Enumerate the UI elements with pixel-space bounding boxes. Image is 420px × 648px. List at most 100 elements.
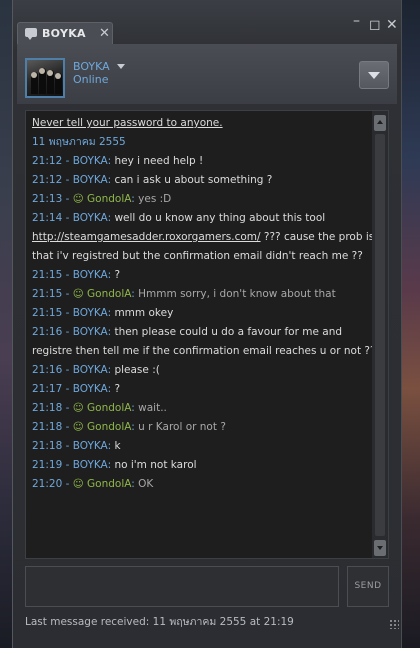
message-text: can i ask u about something ? [114, 174, 273, 186]
date-header: 11 พฤษภาคม 2555 [32, 136, 126, 148]
friend-menu-caret-icon[interactable] [117, 64, 125, 69]
message-time: 21:14 - [32, 212, 73, 224]
message-sender[interactable]: BOYKA [73, 307, 108, 319]
title-bar[interactable]: BOYKA ✕ – ◻ ✕ [13, 0, 401, 44]
message-text: ??? cause the prob is [260, 231, 375, 243]
chat-message: 21:13 - ☺ GondolA: yes :D [32, 190, 368, 209]
message-sender[interactable]: GondolA [87, 288, 131, 300]
message-text: then please could u do a favour for me a… [114, 326, 343, 338]
chat-message: 21:18 - ☺ GondolA: wait.. [32, 399, 368, 418]
message-sender[interactable]: BOYKA [73, 212, 108, 224]
security-warning: Never tell your password to anyone. [32, 117, 223, 129]
message-sender[interactable]: BOYKA [73, 155, 108, 167]
message-sender[interactable]: BOYKA [73, 364, 108, 376]
message-sender[interactable]: BOYKA [73, 440, 108, 452]
tab-close-icon[interactable]: ✕ [99, 26, 110, 41]
minimize-icon[interactable]: – [353, 14, 360, 28]
message-time: 21:18 - [32, 440, 73, 452]
message-time: 21:19 - [32, 459, 73, 471]
scroll-down-button[interactable] [374, 540, 386, 556]
message-sender[interactable]: GondolA [87, 402, 131, 414]
friend-header: BOYKA Online [17, 44, 397, 104]
chat-tab[interactable]: BOYKA ✕ [17, 22, 113, 44]
smiley-icon: ☺ [72, 193, 88, 205]
chat-message: 21:18 - ☺ GondolA: u r Karol or not ? [32, 418, 368, 437]
message-list: Never tell your password to anyone. 11 พ… [32, 114, 376, 494]
chat-message: registre then tell me if the confirmatio… [32, 342, 376, 361]
smiley-icon: ☺ [72, 402, 88, 414]
desktop-background-left [0, 0, 12, 648]
tab-title: BOYKA [42, 27, 86, 40]
chat-message: that i'v registred but the confirmation … [32, 247, 368, 266]
message-text: ? [114, 383, 121, 395]
message-text: no i'm not karol [114, 459, 197, 471]
message-time: 21:16 - [32, 326, 73, 338]
options-dropdown-button[interactable] [359, 61, 389, 89]
last-message-status: Last message received: 11 พฤษภาคม 2555 a… [25, 616, 294, 628]
message-sender[interactable]: BOYKA [73, 326, 108, 338]
chat-message: 21:18 - BOYKA: k [32, 437, 368, 456]
message-text: ? [114, 269, 121, 281]
chat-log[interactable]: Never tell your password to anyone. 11 พ… [25, 110, 389, 559]
message-input[interactable] [25, 566, 339, 607]
message-sender[interactable]: BOYKA [73, 269, 108, 281]
message-time: 21:12 - [32, 174, 73, 186]
message-time: 21:16 - [32, 364, 73, 376]
message-text: k [114, 440, 121, 452]
message-text: mmm okey [114, 307, 174, 319]
desktop-background-right [402, 0, 420, 648]
chat-message: 21:15 - BOYKA: ? [32, 266, 368, 285]
message-text: wait.. [138, 402, 167, 414]
message-sender[interactable]: GondolA [87, 421, 131, 433]
chat-message: 21:17 - BOYKA: ? [32, 380, 368, 399]
smiley-icon: ☺ [72, 288, 88, 300]
message-text: that i'v registred but the confirmation … [32, 250, 363, 262]
message-time: 21:15 - [32, 269, 73, 281]
message-link[interactable]: http://steamgamesadder.roxorgamers.com/ [32, 231, 261, 243]
message-time: 21:20 - [32, 478, 73, 490]
smiley-icon: ☺ [72, 421, 88, 433]
chat-message: 21:15 - BOYKA: mmm okey [32, 304, 368, 323]
chat-message: 21:20 - ☺ GondolA: OK [32, 475, 368, 494]
chat-message: 21:12 - BOYKA: hey i need help ! [32, 152, 368, 171]
message-sender[interactable]: GondolA [87, 193, 131, 205]
message-text: please :( [114, 364, 160, 376]
scroll-thumb[interactable] [375, 134, 385, 536]
message-time: 21:13 - [32, 193, 73, 205]
chat-message: 21:12 - BOYKA: can i ask u about somethi… [32, 171, 368, 190]
message-sender[interactable]: BOYKA [73, 459, 108, 471]
chat-message: 21:19 - BOYKA: no i'm not karol [32, 456, 368, 475]
message-text: yes :D [138, 193, 172, 205]
smiley-icon: ☺ [72, 478, 88, 490]
message-text: OK [138, 478, 154, 490]
send-button[interactable]: SEND [347, 566, 389, 607]
chat-message: 21:14 - BOYKA: well do u know any thing … [32, 209, 368, 228]
message-text: Hmmm sorry, i don't know about that [138, 288, 336, 300]
chat-message: 21:16 - BOYKA: then please could u do a … [32, 323, 368, 342]
chat-bubble-icon [25, 28, 37, 40]
message-time: 21:17 - [32, 383, 73, 395]
avatar[interactable] [25, 58, 65, 98]
message-sender[interactable]: BOYKA [73, 174, 108, 186]
chat-message: 21:15 - ☺ GondolA: Hmmm sorry, i don't k… [32, 285, 368, 304]
message-text: well do u know any thing about this tool [114, 212, 326, 224]
scroll-up-button[interactable] [374, 115, 386, 131]
chat-message: 21:16 - BOYKA: please :( [32, 361, 368, 380]
message-time: 21:18 - [32, 421, 73, 433]
message-text: u r Karol or not ? [138, 421, 226, 433]
message-time: 21:15 - [32, 288, 73, 300]
message-sender[interactable]: GondolA [87, 478, 131, 490]
message-text: hey i need help ! [114, 155, 204, 167]
resize-grip-icon[interactable] [389, 619, 399, 629]
close-icon[interactable]: ✕ [386, 18, 398, 32]
message-text: registre then tell me if the confirmatio… [32, 345, 376, 357]
message-time: 21:15 - [32, 307, 73, 319]
message-time: 21:18 - [32, 402, 73, 414]
friend-name[interactable]: BOYKA [73, 60, 110, 73]
scrollbar[interactable] [372, 111, 388, 558]
friend-status: Online [73, 73, 109, 86]
message-time: 21:12 - [32, 155, 73, 167]
message-sender[interactable]: BOYKA [73, 383, 108, 395]
maximize-icon[interactable]: ◻ [369, 18, 381, 32]
chat-message: http://steamgamesadder.roxorgamers.com/ … [32, 228, 374, 247]
